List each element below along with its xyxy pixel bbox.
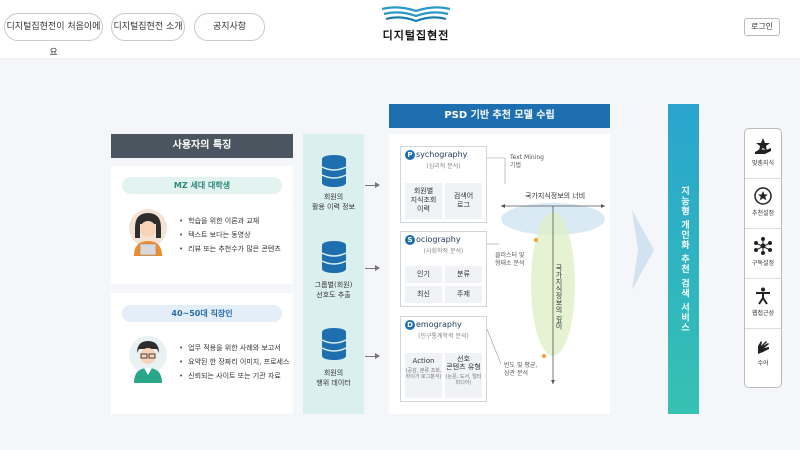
site-header: 디지털집현전이 처음이에요 디지털집현전 소개 공지사항 디지털집현전 로그인 bbox=[0, 0, 800, 58]
student-avatar-icon bbox=[129, 209, 167, 256]
depth-axis-label: 국가지식정보의 깊이 bbox=[555, 264, 563, 330]
login-button[interactable]: 로그인 bbox=[744, 18, 780, 36]
nav-first-visit-button[interactable]: 디지털집현전이 처음이에요 bbox=[4, 13, 103, 58]
analysis-note: 클러스터 및 형태소 분석 bbox=[495, 252, 525, 267]
psd-cell: 회원별 지식조회 이력 bbox=[405, 183, 442, 219]
bullet: 학습을 위한 이론과 교재 bbox=[179, 214, 281, 228]
data-source-label: 회원의 행위 데이터 bbox=[316, 369, 351, 387]
service-label: 지능형 개인화 추천 검색 서비스 bbox=[679, 185, 689, 333]
site-logo[interactable]: 디지털집현전 bbox=[376, 5, 456, 51]
psd-box-subtitle: (심리적 분석) bbox=[426, 163, 461, 170]
quick-menu-item-subscription[interactable]: 구독설정 bbox=[745, 229, 781, 279]
psd-cell: 인기 bbox=[405, 266, 442, 283]
psd-cell: 주제 bbox=[445, 286, 482, 303]
psd-box-subtitle: (인구통계학적 분석) bbox=[418, 333, 469, 340]
psd-cell: 최신 bbox=[405, 286, 442, 303]
database-icon bbox=[321, 241, 347, 273]
psd-model-title: PSD 기반 추천 모델 수립 bbox=[389, 104, 610, 128]
bullet: 텍스트 보다는 동영상 bbox=[179, 228, 281, 242]
book-logo-icon bbox=[381, 6, 451, 23]
psd-box-title: sychography bbox=[416, 150, 468, 159]
bullet: 요약된 한 장짜리 이미지, 프로세스 bbox=[179, 355, 289, 369]
arrow-right-icon bbox=[365, 182, 380, 188]
persona-card-worker: 40~50대 직장인 업무 적용을 위한 사례와 보고서 요약된 한 장짜리 이… bbox=[111, 293, 293, 414]
breadth-axis-label: 국가지식정보의 너비 bbox=[525, 192, 586, 200]
network-icon bbox=[754, 237, 772, 255]
psd-letter-badge: P bbox=[405, 150, 415, 160]
persona-title-student: MZ 세대 대학생 bbox=[122, 177, 282, 194]
database-icon bbox=[321, 328, 347, 360]
psd-letter-badge: S bbox=[405, 235, 415, 245]
analysis-note: 빈도 및 평균, 상관 분석 bbox=[504, 362, 538, 377]
psd-box-title: ociography bbox=[416, 235, 461, 244]
psychography-box: Psychography (심리적 분석) 회원별 지식조회 이력 검색어 로그 bbox=[400, 146, 487, 223]
demography-box: Demography (인구통계학적 분석) Action (공감, 분류 조회… bbox=[400, 316, 487, 402]
quick-menu-item-recommend-settings[interactable]: 추천설정 bbox=[745, 179, 781, 229]
nav-notice-button[interactable]: 공지사항 bbox=[194, 13, 265, 41]
data-source-label: 회원의 활용 이력 정보 bbox=[311, 193, 356, 211]
bullet: 신뢰되는 사이트 또는 기관 자료 bbox=[179, 369, 289, 383]
psd-letter-badge: D bbox=[405, 320, 415, 330]
sociography-box: Sociography (사회학적 분석) 인기 분류 최신 주제 bbox=[400, 231, 487, 307]
quick-menu-item-accessibility[interactable]: 웹접근성 bbox=[745, 279, 781, 329]
psd-cell: Action (공감, 분류 조회, 하이거 로그분석) bbox=[405, 353, 442, 398]
arrow-right-icon bbox=[365, 265, 380, 271]
analysis-note: Text Mining 기법 bbox=[510, 154, 544, 169]
psd-cell: 검색어 로그 bbox=[445, 183, 482, 219]
persona-card-student: MZ 세대 대학생 학습을 위한 이론과 교재 텍스트 보다는 동영상 리뷰 또… bbox=[111, 166, 293, 284]
sign-language-icon bbox=[758, 341, 769, 354]
psd-cell: 선호 콘텐츠 유형 (논문, 도서, 멀티미디어) bbox=[445, 353, 482, 398]
database-icon bbox=[321, 155, 347, 187]
star-circle-icon bbox=[754, 187, 772, 205]
logo-text: 디지털집현전 bbox=[382, 29, 450, 42]
quick-menu-item-custom-knowledge[interactable]: 맞춤지식 bbox=[745, 129, 781, 179]
quick-menu: 맞춤지식 추천설정 구독설정 웹접근성 수어 bbox=[744, 128, 782, 388]
bullet: 리뷰 또는 추천수가 많은 콘텐츠 bbox=[179, 242, 281, 256]
user-features-title: 사용자의 특징 bbox=[111, 134, 293, 158]
worker-avatar-icon bbox=[129, 336, 167, 383]
bullet: 업무 적용을 위한 사례와 보고서 bbox=[179, 341, 289, 355]
psd-box-subtitle: (사회학적 분석) bbox=[423, 248, 464, 255]
data-sources-column: 회원의 활용 이력 정보 그룹별(회원) 선호도 추출 회원의 행위 데이터 bbox=[303, 134, 364, 414]
nav-intro-button[interactable]: 디지털집현전 소개 bbox=[111, 13, 185, 41]
arrow-right-icon bbox=[365, 353, 380, 359]
psd-box-title: emography bbox=[416, 320, 462, 329]
chevron-right-icon bbox=[632, 210, 654, 290]
psd-model-panel: Psychography (심리적 분석) 회원별 지식조회 이력 검색어 로그… bbox=[389, 134, 610, 414]
hand-star-icon bbox=[755, 138, 771, 154]
persona-bullets-student: 학습을 위한 이론과 교재 텍스트 보다는 동영상 리뷰 또는 추천수가 많은 … bbox=[179, 214, 281, 256]
persona-title-worker: 40~50대 직장인 bbox=[122, 305, 282, 322]
accessibility-icon bbox=[756, 287, 770, 305]
psd-cell: 분류 bbox=[445, 266, 482, 283]
personalized-search-service: 지능형 개인화 추천 검색 서비스 bbox=[668, 104, 699, 414]
data-source-label: 그룹별(회원) 선호도 추출 bbox=[314, 281, 353, 299]
persona-bullets-worker: 업무 적용을 위한 사례와 보고서 요약된 한 장짜리 이미지, 프로세스 신뢰… bbox=[179, 341, 289, 383]
quick-menu-item-sign-language[interactable]: 수어 bbox=[745, 329, 781, 379]
